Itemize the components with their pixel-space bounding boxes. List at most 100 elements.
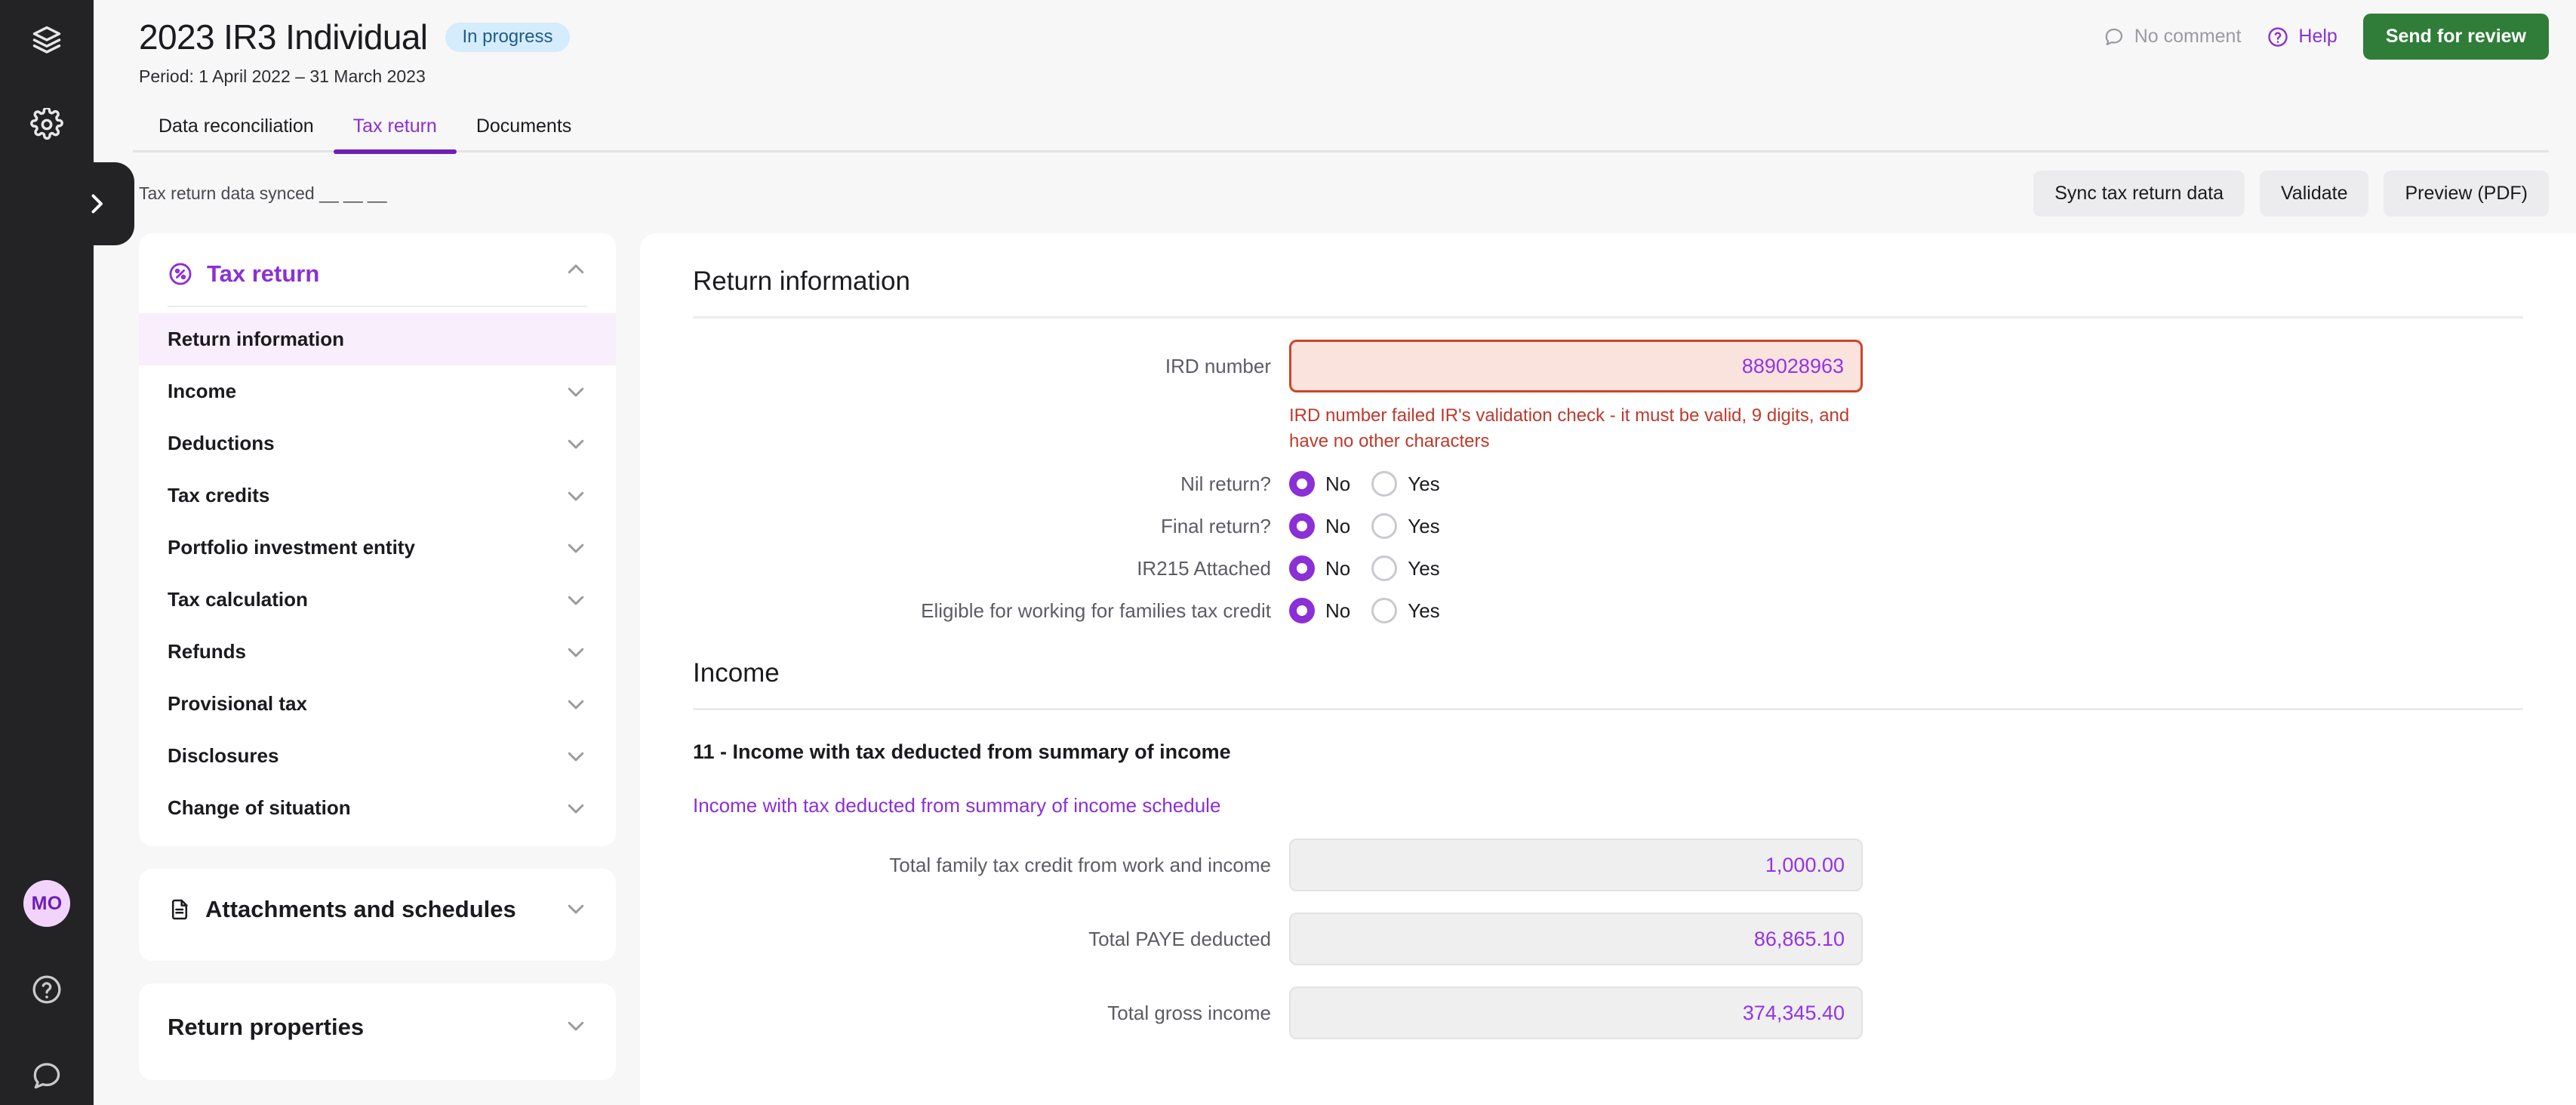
- final-return-row: Final return? No Yes: [693, 513, 2523, 540]
- tax-return-nav-title: Tax return: [207, 260, 320, 287]
- final-return-option-yes[interactable]: Yes: [1371, 513, 1451, 540]
- comment-button[interactable]: No comment: [2103, 26, 2241, 48]
- return-properties-nav-card: Return properties: [139, 983, 616, 1080]
- sidebar-item-refunds[interactable]: Refunds: [139, 626, 616, 678]
- return-properties-header[interactable]: Return properties: [139, 983, 616, 1068]
- chevron-down-icon[interactable]: [565, 641, 587, 663]
- radio-option-label: Yes: [1408, 472, 1440, 495]
- send-for-review-button[interactable]: Send for review: [2362, 14, 2549, 60]
- validate-button[interactable]: Validate: [2259, 171, 2369, 217]
- sidebar-item-provisional-tax[interactable]: Provisional tax: [139, 678, 616, 730]
- nil-return-option-no[interactable]: No: [1289, 471, 1362, 497]
- avatar[interactable]: MO: [23, 880, 70, 927]
- chat-bubble-icon[interactable]: [23, 1052, 70, 1099]
- sidebar-item-tax-credits[interactable]: Tax credits: [139, 469, 616, 522]
- total-paye-deducted-input[interactable]: 86,865.10: [1289, 913, 1863, 966]
- ird-number-error-message: IRD number failed IR's validation check …: [1289, 405, 1850, 452]
- radio-option-label: Yes: [1408, 514, 1440, 537]
- nil-return-row: Nil return? No Yes: [693, 471, 2523, 497]
- percent-circle-icon: [168, 261, 193, 287]
- tab-tax-return[interactable]: Tax return: [333, 108, 457, 154]
- radio-indicator: [1371, 598, 1398, 624]
- sidebar-item-deductions[interactable]: Deductions: [139, 417, 616, 469]
- expand-panel-button[interactable]: [0, 162, 134, 245]
- total-gross-income-label: Total gross income: [1107, 1001, 1271, 1024]
- help-circle-icon[interactable]: [23, 966, 70, 1013]
- chevron-down-icon[interactable]: [565, 380, 587, 403]
- chevron-down-icon[interactable]: [565, 745, 587, 768]
- radio-indicator: [1289, 556, 1315, 582]
- chevron-down-icon[interactable]: [565, 897, 587, 920]
- working-for-families-row: Eligible for working for families tax cr…: [693, 598, 2523, 624]
- ir215-attached-option-yes[interactable]: Yes: [1371, 556, 1451, 582]
- income-schedule-link[interactable]: Income with tax deducted from summary of…: [693, 794, 1220, 817]
- radio-option-label: No: [1325, 599, 1351, 622]
- attachments-and-schedules-header[interactable]: Attachments and schedules: [139, 869, 616, 949]
- main-content-card: Return information IRD number 889028963 …: [640, 233, 2576, 1105]
- sidebar-item-label: Provisional tax: [168, 692, 307, 715]
- final-return-radio-group: No Yes: [1289, 513, 1452, 540]
- gear-icon[interactable]: [23, 101, 70, 148]
- income-subsection-title: 11 - Income with tax deducted from summa…: [693, 740, 1231, 764]
- sync-status-text: Tax return data synced __ __ __: [139, 183, 387, 203]
- attachments-nav-card: Attachments and schedules: [139, 869, 616, 961]
- help-button[interactable]: Help: [2267, 26, 2337, 48]
- total-gross-income-row: Total gross income 374,345.40: [693, 986, 2523, 1040]
- sidebar-item-label: Change of situation: [168, 796, 351, 819]
- tab-data-reconciliation[interactable]: Data reconciliation: [139, 108, 334, 152]
- radio-option-label: No: [1325, 556, 1351, 580]
- ird-number-input[interactable]: 889028963: [1289, 340, 1863, 392]
- section-heading-return-information: Return information: [693, 266, 910, 296]
- chevron-down-icon[interactable]: [565, 485, 587, 507]
- return-information-section: Return information IRD number 889028963 …: [640, 266, 2576, 1040]
- page-title: 2023 IR3 Individual: [139, 17, 428, 57]
- tax-return-nav-card: Tax return Return information Income Ded…: [139, 233, 616, 846]
- radio-indicator: [1289, 598, 1315, 624]
- chevron-down-icon[interactable]: [565, 589, 587, 611]
- sidebar-item-portfolio-investment-entity[interactable]: Portfolio investment entity: [139, 522, 616, 574]
- period-label: Period: 1 April 2022 – 31 March 2023: [139, 66, 426, 86]
- radio-indicator: [1371, 471, 1398, 497]
- ir215-attached-option-no[interactable]: No: [1289, 556, 1362, 582]
- layers-icon[interactable]: [23, 17, 70, 63]
- section-rule: [693, 316, 2523, 319]
- total-gross-income-input[interactable]: 374,345.40: [1289, 986, 1863, 1040]
- rail-top-group: [23, 0, 70, 148]
- page-body: Tax return Return information Income Ded…: [94, 233, 2576, 1105]
- sidebar-item-income[interactable]: Income: [139, 365, 616, 417]
- sync-tax-return-data-button[interactable]: Sync tax return data: [2033, 171, 2245, 217]
- section-rule: [693, 708, 2523, 711]
- sidebar-item-label: Tax calculation: [168, 588, 308, 611]
- sidebar-item-label: Tax credits: [168, 484, 270, 506]
- tab-documents[interactable]: Documents: [457, 108, 591, 152]
- total-family-tax-credit-input[interactable]: 1,000.00: [1289, 839, 1863, 892]
- chevron-down-icon[interactable]: [565, 693, 587, 716]
- header-actions: No comment Help Send for review: [2103, 14, 2549, 60]
- chevron-down-icon[interactable]: [565, 432, 587, 455]
- sidebar-item-label: Refunds: [168, 640, 246, 663]
- chevron-right-icon: [83, 190, 110, 217]
- chevron-down-icon[interactable]: [565, 1014, 587, 1037]
- sidebar-item-disclosures[interactable]: Disclosures: [139, 730, 616, 782]
- sidebar-item-label: Deductions: [168, 432, 275, 454]
- radio-option-label: Yes: [1408, 556, 1440, 580]
- working-for-families-option-no[interactable]: No: [1289, 598, 1362, 624]
- sidebar-item-tax-calculation[interactable]: Tax calculation: [139, 574, 616, 626]
- nil-return-option-yes[interactable]: Yes: [1371, 471, 1451, 497]
- preview-pdf-button[interactable]: Preview (PDF): [2384, 171, 2549, 217]
- final-return-option-no[interactable]: No: [1289, 513, 1362, 540]
- page-header: 2023 IR3 Individual In progress Period: …: [94, 0, 2576, 87]
- ir215-attached-radio-group: No Yes: [1289, 556, 1452, 582]
- tax-return-nav-header[interactable]: Tax return: [139, 233, 616, 306]
- chevron-down-icon[interactable]: [565, 537, 587, 559]
- chevron-down-icon[interactable]: [565, 797, 587, 820]
- chevron-up-icon[interactable]: [565, 258, 587, 281]
- nav-divider: [168, 306, 587, 307]
- comment-icon: [2103, 26, 2125, 48]
- sidebar-item-return-information[interactable]: Return information: [139, 313, 616, 365]
- working-for-families-option-yes[interactable]: Yes: [1371, 598, 1451, 624]
- radio-option-label: Yes: [1408, 599, 1440, 622]
- app-root: MO 2023 IR3 Individual In progress Perio…: [0, 0, 2576, 1105]
- sidebar-item-change-of-situation[interactable]: Change of situation: [139, 782, 616, 834]
- app-shell: 2023 IR3 Individual In progress Period: …: [94, 0, 2576, 1105]
